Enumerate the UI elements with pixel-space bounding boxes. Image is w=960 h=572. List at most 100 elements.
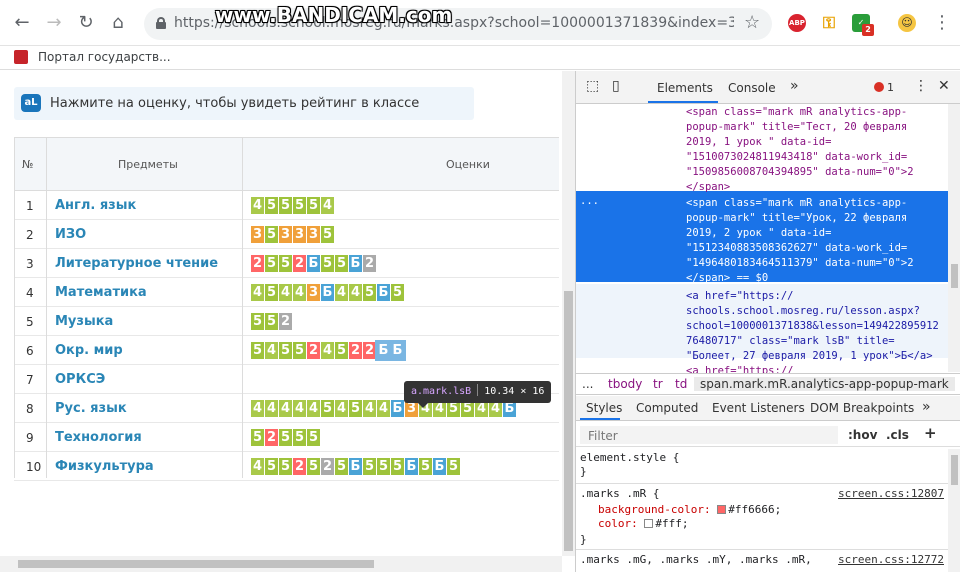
grade-mark[interactable]: 5 [391,458,404,475]
adblock-icon[interactable]: ABP [788,14,806,32]
grade-mark[interactable]: 5 [293,342,306,359]
element-style-selector[interactable]: element.style { [580,451,679,465]
marks-group-selector[interactable]: .marks .mG, .marks .mY, .marks .mR, [580,553,812,567]
cls-button[interactable]: .cls [886,428,909,442]
new-rule-icon[interactable]: + [924,424,937,442]
inspect-element-icon[interactable]: ⬚ [586,78,599,94]
filter-input[interactable]: Filter [580,426,838,444]
grade-mark[interactable]: 4 [307,400,320,417]
grade-mark[interactable]: 4 [251,197,264,214]
color-declaration[interactable]: color: #fff; [598,517,689,531]
grade-mark[interactable]: 5 [279,429,292,446]
grade-mark[interactable]: 4 [251,458,264,475]
reload-icon[interactable]: ↻ [74,11,98,35]
more-style-tabs-icon[interactable]: » [922,399,931,415]
grade-mark[interactable]: 4 [265,400,278,417]
crumb-tbody[interactable]: tbody [608,377,642,391]
grade-mark[interactable]: 2 [363,255,376,272]
grade-mark[interactable]: 5 [279,342,292,359]
subject-link[interactable]: Математика [55,285,147,300]
marks-mr-selector[interactable]: .marks .mR { [580,487,659,501]
grade-mark[interactable]: Б [375,340,392,361]
grade-mark[interactable]: 5 [251,429,264,446]
grade-mark[interactable]: 5 [349,400,362,417]
code-line[interactable]: popup-mark" title="Тест, 20 февраля [686,120,907,135]
grade-mark[interactable]: Б [349,255,362,272]
grade-mark[interactable]: 4 [349,284,362,301]
code-line[interactable]: <span class="mark mR analytics-app- [686,105,907,120]
grade-mark[interactable]: 5 [265,284,278,301]
grade-mark[interactable]: 3 [279,226,292,243]
device-toolbar-icon[interactable]: ▯ [612,78,620,94]
grade-mark[interactable]: 3 [307,284,320,301]
code-line[interactable]: <a href="https:// [686,289,793,304]
code-line[interactable]: "1512340883508362627" data-work_id= [686,241,907,256]
subject-link[interactable]: ИЗО [55,227,86,242]
page-vertical-scrollbar[interactable] [562,71,575,556]
source-link[interactable]: screen.css:12772 [838,553,944,567]
grade-mark[interactable]: 5 [293,429,306,446]
grade-mark[interactable]: 5 [307,458,320,475]
grade-mark[interactable]: Б [349,458,362,475]
grade-mark[interactable]: 5 [251,342,264,359]
menu-icon[interactable]: ⋮ [930,11,954,35]
crumb-tr[interactable]: tr [653,377,663,391]
tab-console[interactable]: Console [728,81,776,95]
grade-mark[interactable]: 4 [265,342,278,359]
grade-mark[interactable]: Б [391,400,404,417]
error-count[interactable]: 1 [874,81,894,94]
grade-mark[interactable]: Б [377,284,390,301]
grade-mark[interactable]: 5 [419,458,432,475]
grade-mark[interactable]: 5 [363,284,376,301]
page-horizontal-scrollbar[interactable] [0,556,562,572]
code-line[interactable]: <span class="mark mR analytics-app- [686,196,907,211]
code-line[interactable]: "1496480183464511379" data-num="0">2 [686,256,914,271]
more-tabs-icon[interactable]: » [790,78,799,94]
grade-mark[interactable]: 2 [307,342,320,359]
dom-scrollbar[interactable] [948,104,960,372]
subject-link[interactable]: Рус. язык [55,401,127,416]
grade-mark[interactable]: 2 [251,255,264,272]
grade-mark[interactable]: 5 [279,255,292,272]
grade-mark[interactable]: 5 [321,255,334,272]
grade-mark[interactable]: Б [321,284,334,301]
crumb-span[interactable]: span.mark.mR.analytics-app-popup-mark [694,377,955,391]
grade-mark[interactable]: 3 [293,226,306,243]
subject-link[interactable]: Литературное чтение [55,256,218,271]
bookmark-star-icon[interactable]: ☆ [744,12,760,33]
tab-event-listeners[interactable]: Event Listeners [712,401,805,415]
devtools-menu-icon[interactable]: ⋮ [914,78,928,94]
code-line[interactable]: schools.school.mosreg.ru/lesson.aspx? [686,304,920,319]
grade-mark[interactable]: 5 [307,197,320,214]
grade-mark[interactable]: 5 [363,458,376,475]
grade-mark[interactable]: 5 [279,458,292,475]
avatar[interactable]: ☺ [898,14,916,32]
crumb-ellipsis[interactable]: ... [582,377,593,391]
grade-mark[interactable]: 5 [265,255,278,272]
grade-mark[interactable]: 4 [335,284,348,301]
subject-link[interactable]: Англ. язык [55,198,136,213]
grade-mark[interactable]: 5 [265,226,278,243]
back-icon[interactable]: ← [10,11,34,35]
grade-mark[interactable]: 4 [251,284,264,301]
grade-mark[interactable]: 5 [307,429,320,446]
code-line[interactable]: </span> [686,180,730,195]
tab-elements[interactable]: Elements [657,81,713,95]
grade-mark[interactable]: 5 [293,197,306,214]
code-line[interactable]: "1510073024811943418" data-work_id= [686,150,907,165]
grade-mark[interactable]: Б [405,458,418,475]
grade-mark[interactable]: 3 [307,226,320,243]
node-ellipsis[interactable]: ... [580,194,599,209]
subject-link[interactable]: Технология [55,430,142,445]
subject-link[interactable]: Музыка [55,314,113,329]
grade-mark[interactable]: 5 [279,197,292,214]
grade-mark[interactable]: 4 [321,342,334,359]
bookmark-item[interactable]: Портал государств... [38,50,171,64]
code-line[interactable]: 76480717" class="mark lsB" title= [686,334,895,349]
grade-mark[interactable]: 5 [321,400,334,417]
grade-mark[interactable]: 5 [377,458,390,475]
code-line[interactable]: </span> == $0 [686,271,768,286]
grade-mark[interactable]: Б [307,255,320,272]
grade-mark[interactable]: 2 [293,255,306,272]
color-swatch[interactable] [717,505,727,514]
